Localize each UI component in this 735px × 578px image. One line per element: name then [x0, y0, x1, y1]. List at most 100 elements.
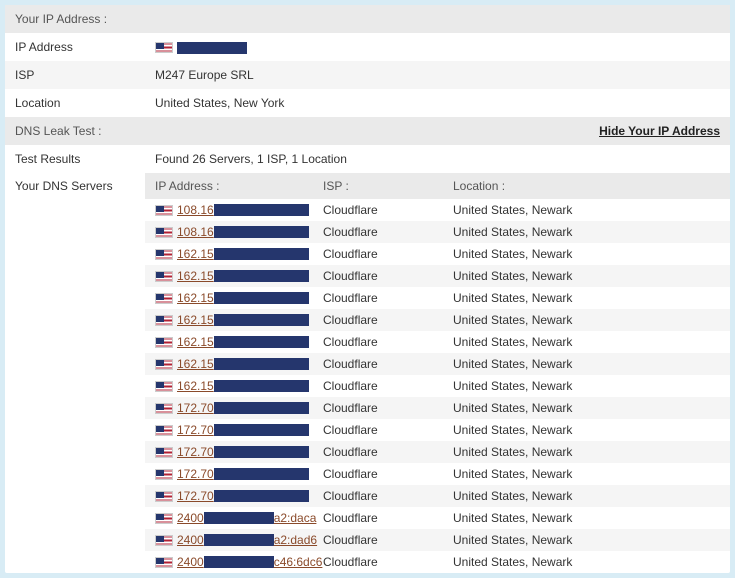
us-flag-icon: [155, 447, 173, 458]
dns-ip-link[interactable]: 162.15: [177, 335, 214, 349]
dns-section-title: DNS Leak Test :: [15, 124, 101, 138]
dns-isp-cell: Cloudflare: [323, 357, 453, 371]
dns-ip-link[interactable]: 172.70: [177, 423, 214, 437]
dns-server-row: 172.70CloudflareUnited States, Newark: [145, 485, 730, 507]
dns-isp-cell: Cloudflare: [323, 313, 453, 327]
dns-ip-redacted: [214, 248, 309, 260]
dns-server-row: 108.16 CloudflareUnited States, Newark: [145, 221, 730, 243]
us-flag-icon: [155, 535, 173, 546]
dns-isp-cell: Cloudflare: [323, 489, 453, 503]
dns-server-row: 108.16CloudflareUnited States, Newark: [145, 199, 730, 221]
dns-ip-redacted: [214, 270, 309, 282]
test-results-row: Test Results Found 26 Servers, 1 ISP, 1 …: [5, 145, 730, 173]
dns-ip-link[interactable]: 172.70: [177, 401, 214, 415]
us-flag-icon: [155, 315, 173, 326]
dns-server-row: 162.15CloudflareUnited States, Newark: [145, 265, 730, 287]
dns-ip-cell: 2400 a2:dad6: [155, 533, 323, 547]
dns-loc-cell: United States, Newark: [453, 511, 720, 525]
dns-ip-link[interactable]: 172.70: [177, 467, 214, 481]
dns-section-header: DNS Leak Test : Hide Your IP Address: [5, 117, 730, 145]
dns-loc-cell: United States, Newark: [453, 291, 720, 305]
dns-isp-cell: Cloudflare: [323, 467, 453, 481]
dns-server-row: 2400c46:6dc6CloudflareUnited States, New…: [145, 551, 730, 573]
test-results-label: Test Results: [15, 152, 155, 166]
dns-ip-link[interactable]: 162.15: [177, 247, 214, 261]
dns-ip-link[interactable]: 2400: [177, 511, 204, 525]
dns-isp-cell: Cloudflare: [323, 225, 453, 239]
dns-ip-link[interactable]: 2400: [177, 533, 204, 547]
dns-ip-link[interactable]: 2400: [177, 555, 204, 569]
dns-server-row: 172.70 CloudflareUnited States, Newark: [145, 441, 730, 463]
dns-ip-link[interactable]: 162.15: [177, 379, 214, 393]
dns-isp-cell: Cloudflare: [323, 269, 453, 283]
hide-ip-link[interactable]: Hide Your IP Address: [599, 124, 720, 138]
dns-isp-cell: Cloudflare: [323, 511, 453, 525]
dns-loc-cell: United States, Newark: [453, 335, 720, 349]
dns-isp-cell: Cloudflare: [323, 379, 453, 393]
isp-label: ISP: [15, 68, 155, 82]
location-value: United States, New York: [155, 96, 720, 110]
dns-loc-cell: United States, Newark: [453, 379, 720, 393]
dns-loc-cell: United States, Newark: [453, 445, 720, 459]
dns-isp-cell: Cloudflare: [323, 533, 453, 547]
dns-isp-cell: Cloudflare: [323, 445, 453, 459]
dns-server-row: 162.15CloudflareUnited States, Newark: [145, 287, 730, 309]
dns-ip-cell: 162.15: [155, 335, 323, 349]
dns-server-row: 2400 a2:daca CloudflareUnited States, Newa…: [145, 507, 730, 529]
dns-ip-cell: 162.15: [155, 379, 323, 393]
us-flag-icon: [155, 205, 173, 216]
dns-ip-cell: 172.70: [155, 445, 323, 459]
col-loc: Location :: [453, 179, 720, 193]
dns-ip-cell: 2400 a2:daca: [155, 511, 323, 525]
us-flag-icon: [155, 337, 173, 348]
dns-server-row: 162.15CloudflareUnited States, Newark: [145, 353, 730, 375]
dns-ip-link[interactable]: 162.15: [177, 291, 214, 305]
ip-redacted: [177, 42, 247, 54]
dns-ip-link[interactable]: 108.16: [177, 225, 214, 239]
us-flag-icon: [155, 271, 173, 282]
dns-ip-link[interactable]: 172.70: [177, 445, 214, 459]
dns-server-row: 172.70CloudflareUnited States, Newark: [145, 419, 730, 441]
dns-server-row: 172.70 CloudflareUnited States, Newark: [145, 397, 730, 419]
dns-ip-suffix: a2:dad6: [274, 533, 317, 547]
dns-ip-suffix: c46:6dc6: [274, 555, 323, 569]
dns-ip-redacted: [214, 490, 309, 502]
dns-ip-suffix: a2:daca: [274, 511, 317, 525]
us-flag-icon: [155, 469, 173, 480]
isp-value: M247 Europe SRL: [155, 68, 720, 82]
dns-loc-cell: United States, Newark: [453, 401, 720, 415]
dns-ip-link[interactable]: 108.16: [177, 203, 214, 217]
dns-loc-cell: United States, Newark: [453, 225, 720, 239]
dns-servers-label: Your DNS Servers: [5, 173, 145, 573]
dns-ip-cell: 172.70: [155, 401, 323, 415]
dns-ip-link[interactable]: 172.70: [177, 489, 214, 503]
isp-row: ISP M247 Europe SRL: [5, 61, 730, 89]
test-results-value: Found 26 Servers, 1 ISP, 1 Location: [155, 152, 720, 166]
dns-server-row: 162.15 CloudflareUnited States, Newark: [145, 375, 730, 397]
us-flag-icon: [155, 557, 173, 568]
dns-ip-cell: 108.16: [155, 203, 323, 217]
dns-ip-cell: 172.70: [155, 423, 323, 437]
dns-server-row: 2400a2:dad6CloudflareUnited States, Newa…: [145, 529, 730, 551]
us-flag-icon: [155, 293, 173, 304]
us-flag-icon: [155, 249, 173, 260]
dns-loc-cell: United States, Newark: [453, 313, 720, 327]
dns-ip-redacted: [214, 358, 309, 370]
us-flag-icon: [155, 42, 173, 53]
dns-loc-cell: United States, Newark: [453, 247, 720, 261]
dns-ip-link[interactable]: 162.15: [177, 313, 214, 327]
col-ip: IP Address :: [155, 179, 323, 193]
dns-isp-cell: Cloudflare: [323, 335, 453, 349]
dns-isp-cell: Cloudflare: [323, 401, 453, 415]
us-flag-icon: [155, 425, 173, 436]
dns-ip-link[interactable]: 162.15: [177, 269, 214, 283]
dns-ip-cell: 108.16: [155, 225, 323, 239]
dns-ip-redacted: [204, 556, 274, 568]
dns-ip-link[interactable]: 162.15: [177, 357, 214, 371]
dns-isp-cell: Cloudflare: [323, 555, 453, 569]
dns-ip-redacted: [204, 512, 274, 524]
dns-ip-redacted: [214, 204, 309, 216]
us-flag-icon: [155, 513, 173, 524]
dns-server-row: 172.70CloudflareUnited States, Newark: [145, 463, 730, 485]
dns-ip-cell: 172.70: [155, 489, 323, 503]
